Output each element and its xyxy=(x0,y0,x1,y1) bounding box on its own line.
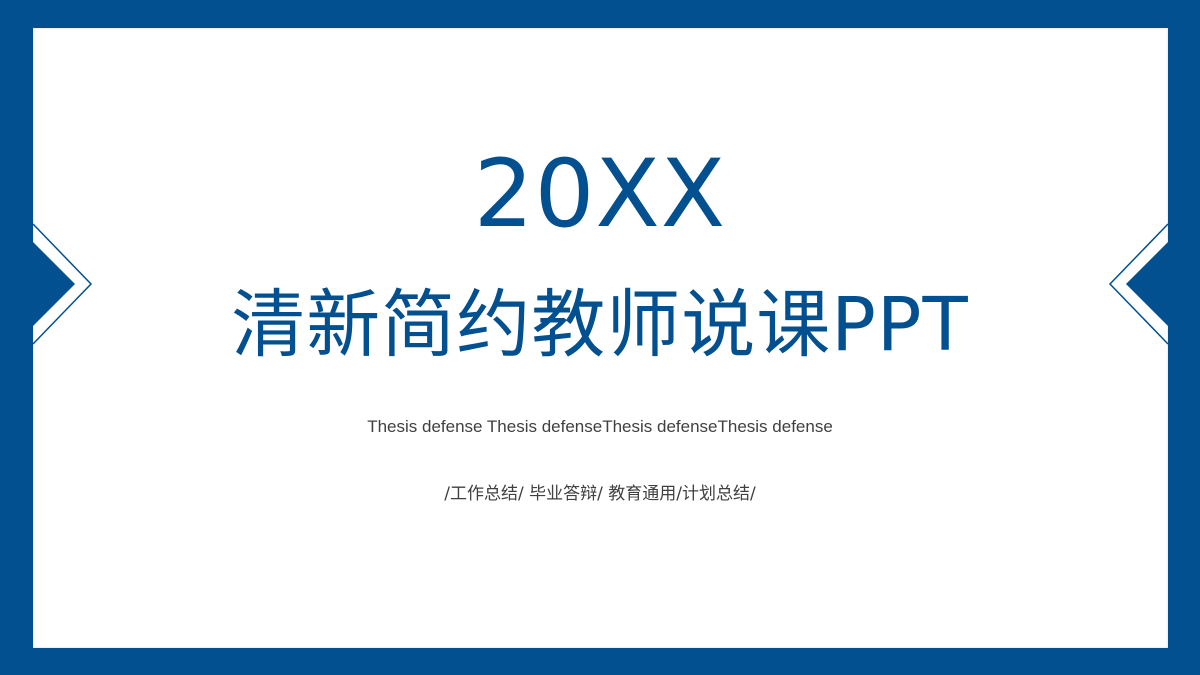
slide: 20XX 清新简约教师说课PPT Thesis defense Thesis d… xyxy=(0,0,1200,675)
frame-top-border xyxy=(0,0,1200,28)
year-heading: 20XX xyxy=(473,140,727,249)
frame-bottom-border xyxy=(0,648,1200,675)
category-tags: /工作总结/ 毕业答辩/ 教育通用/计划总结/ xyxy=(444,484,756,504)
slide-title: 清新简约教师说课PPT xyxy=(231,282,969,368)
english-subtitle: Thesis defense Thesis defenseThesis defe… xyxy=(367,417,833,436)
